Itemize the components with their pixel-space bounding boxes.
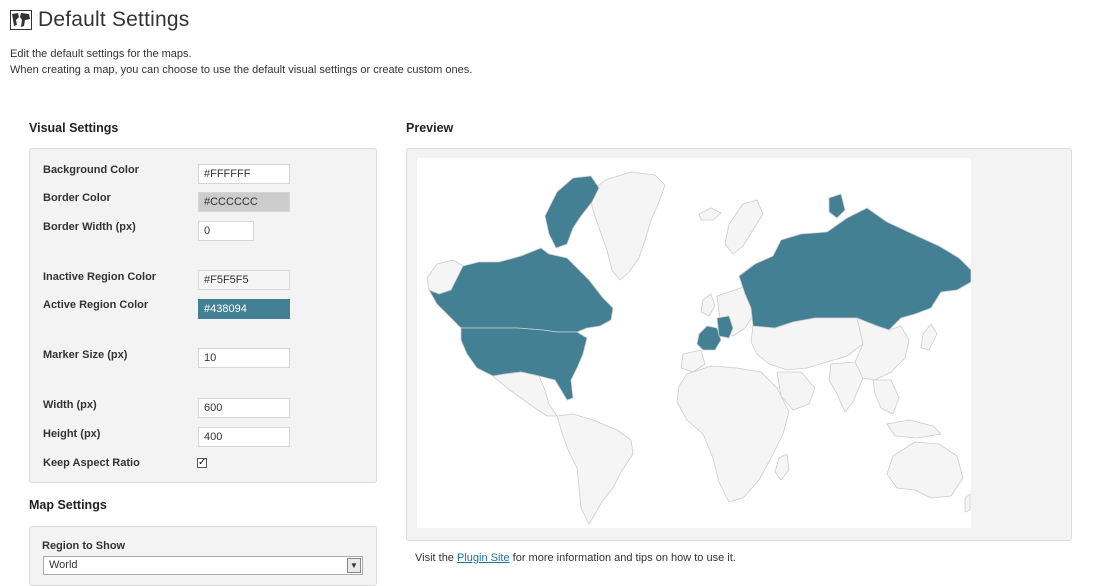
region-south-america xyxy=(556,413,634,525)
region-to-show-label: Region to Show xyxy=(42,540,126,552)
region-uk xyxy=(700,293,716,317)
visual-settings-panel: Background Color Border Color Border Wid… xyxy=(29,148,377,483)
height-input[interactable] xyxy=(198,427,290,447)
region-china xyxy=(854,317,910,381)
keep-aspect-ratio-checkbox[interactable]: ✓ xyxy=(197,458,207,468)
region-australia xyxy=(886,441,964,499)
region-russia xyxy=(738,207,972,333)
region-mexico xyxy=(492,371,558,417)
active-region-color-label: Active Region Color xyxy=(43,299,149,311)
width-label: Width (px) xyxy=(43,399,97,411)
border-width-label: Border Width (px) xyxy=(43,221,136,233)
visual-settings-heading: Visual Settings xyxy=(29,121,119,135)
border-color-label: Border Color xyxy=(43,192,111,204)
region-iceland xyxy=(698,207,722,221)
keep-aspect-ratio-label: Keep Aspect Ratio xyxy=(43,457,140,469)
region-canada xyxy=(428,247,614,333)
world-map-preview xyxy=(417,158,972,528)
plugin-site-link[interactable]: Plugin Site xyxy=(457,552,510,564)
active-region-color-input[interactable] xyxy=(198,299,290,319)
width-input[interactable] xyxy=(198,398,290,418)
region-arctic-islands xyxy=(544,175,600,249)
region-scandinavia xyxy=(724,199,764,255)
region-iberia xyxy=(680,349,706,373)
world-map xyxy=(426,171,972,525)
region-japan xyxy=(920,323,938,351)
background-color-label: Background Color xyxy=(43,164,139,176)
map-settings-heading: Map Settings xyxy=(29,498,107,512)
height-label: Height (px) xyxy=(43,428,101,440)
preview-heading: Preview xyxy=(406,121,454,135)
preview-panel xyxy=(406,148,1072,541)
footer-prefix: Visit the xyxy=(415,552,457,564)
page-title: Default Settings xyxy=(38,8,190,31)
region-france xyxy=(696,325,722,351)
region-se-asia xyxy=(872,379,900,415)
border-color-input[interactable] xyxy=(198,192,290,212)
region-africa xyxy=(676,365,790,503)
map-settings-panel: Region to Show World ▼ xyxy=(29,526,377,586)
intro-line-1: Edit the default settings for the maps. xyxy=(10,48,192,60)
border-width-input[interactable] xyxy=(198,221,254,241)
background-color-input[interactable] xyxy=(198,164,290,184)
inactive-region-color-label: Inactive Region Color xyxy=(43,271,157,283)
inactive-region-color-input[interactable] xyxy=(198,270,290,290)
page-description: Edit the default settings for the maps. … xyxy=(10,46,472,78)
region-select[interactable]: World ▼ xyxy=(43,556,363,575)
region-indonesia xyxy=(886,419,942,439)
marker-size-input[interactable] xyxy=(198,348,290,368)
page-header: Default Settings xyxy=(10,6,189,34)
marker-size-label: Marker Size (px) xyxy=(43,349,128,361)
globe-map-icon xyxy=(10,10,32,30)
region-new-zealand xyxy=(964,493,971,513)
plugin-site-note: Visit the Plugin Site for more informati… xyxy=(415,552,736,564)
intro-line-2: When creating a map, you can choose to u… xyxy=(10,64,473,76)
region-select-value: World xyxy=(49,559,78,571)
chevron-down-icon[interactable]: ▼ xyxy=(347,558,361,573)
region-india xyxy=(828,361,864,413)
footer-suffix: for more information and tips on how to … xyxy=(509,552,736,564)
region-greenland xyxy=(588,171,666,281)
region-madagascar xyxy=(774,453,790,481)
region-russia-islands xyxy=(828,193,846,219)
